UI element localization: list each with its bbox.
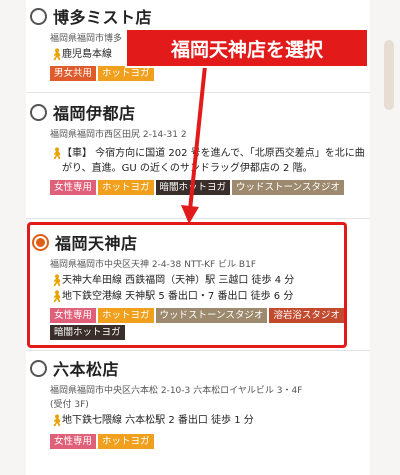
- store-tags: 女性専用 ホットヨガ 暗闇ホットヨガ ウッドストーンスタジオ: [50, 180, 370, 195]
- store-radio-hakata[interactable]: [30, 7, 47, 25]
- tag-hot-yoga: ホットヨガ: [98, 180, 154, 195]
- store-header: 博多ミスト店: [26, 4, 370, 28]
- store-tags: 男女共用 ホットヨガ: [50, 66, 370, 81]
- store-item-ropponmatsu[interactable]: 六本松店 福岡県福岡市中央区六本松 2-10-3 六本松ロイヤルビル 3・4F …: [26, 352, 370, 475]
- store-tags: 女性専用 ホットヨガ: [50, 434, 370, 449]
- store-name: 福岡伊都店: [53, 104, 136, 123]
- tag-hot-yoga: ホットヨガ: [98, 66, 154, 81]
- store-name: 博多ミスト店: [53, 8, 153, 27]
- annotation-callout: 福岡天神店を選択: [127, 30, 367, 66]
- selection-highlight-box: [27, 222, 347, 348]
- access-line: 🚶︎ 【車】 今宿方向に国道 202 号を進んで、「北原西交差点」を北に曲がり、…: [50, 147, 365, 174]
- store-radio-ropponmatsu[interactable]: [30, 359, 47, 377]
- store-name: 六本松店: [53, 360, 120, 379]
- tag-dark-hot-yoga: 暗闇ホットヨガ: [155, 180, 231, 195]
- store-radio-ito[interactable]: [30, 103, 47, 121]
- store-address: 福岡県福岡市西区田尻 2-14-31 2: [50, 130, 187, 140]
- scrollbar-thumb[interactable]: [384, 40, 394, 110]
- walking-icon: 🚶︎: [50, 48, 64, 61]
- walking-icon: 🚶︎: [50, 414, 64, 427]
- tag-unisex: 男女共用: [50, 66, 97, 81]
- store-header: 福岡伊都店: [26, 100, 370, 124]
- store-header: 六本松店: [26, 356, 370, 380]
- access-line: 🚶︎ 地下鉄七隈線 六本松駅 2 番出口 徒歩 1 分: [50, 414, 254, 427]
- store-address: 福岡県福岡市中央区六本松 2-10-3 六本松ロイヤルビル 3・4F: [50, 386, 303, 396]
- walking-icon: 🚶︎: [50, 147, 64, 160]
- tag-women-only: 女性専用: [50, 434, 97, 449]
- store-item-fukuoka-ito[interactable]: 福岡伊都店 福岡県福岡市西区田尻 2-14-31 2 🚶︎ 【車】 今宿方向に国…: [26, 94, 370, 219]
- tag-hot-yoga: ホットヨガ: [98, 434, 154, 449]
- tag-women-only: 女性専用: [50, 180, 97, 195]
- store-address-note: (受付 3F): [50, 400, 89, 410]
- tag-woodstone-studio: ウッドストーンスタジオ: [232, 180, 344, 195]
